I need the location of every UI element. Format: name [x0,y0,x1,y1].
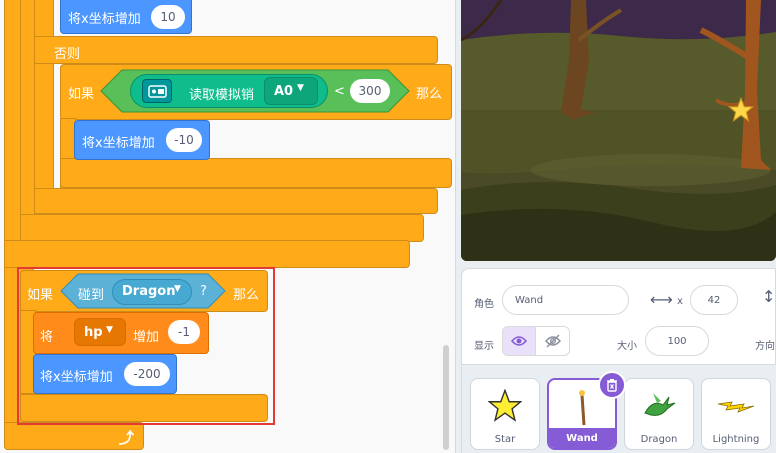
if-block-nested-foot[interactable] [60,158,452,188]
arduino-icon [142,79,172,103]
sprite-tile-star[interactable]: Star [470,378,540,450]
x-position-input[interactable]: 42 [690,285,738,315]
show-label: 显示 [474,341,494,352]
less-than-symbol: < [334,84,345,99]
direction-label: 方向 [755,341,775,352]
threshold-input[interactable]: 300 [350,79,390,103]
stage[interactable] [461,0,776,261]
read-analog-label: 读取模拟销 [189,88,255,103]
outer-foot-bar-1[interactable] [20,214,424,242]
sprite-label: 角色 [474,299,494,310]
if-label-1: 如果 [68,87,95,102]
chevron-down-icon: ▼ [106,325,113,335]
change-x-value-bottom[interactable]: -200 [124,362,170,386]
outer-foot-bar-2[interactable] [4,240,410,268]
sprite-tile-label: Star [494,433,516,445]
sprite-tile-dragon[interactable]: Dragon [624,378,694,450]
eye-icon [511,336,527,346]
x-value: 42 [707,294,721,306]
change-x-label-bottom: 将x坐标增加 [40,370,113,385]
touching-label: 碰到 [78,288,105,303]
size-value: 100 [667,335,687,347]
dragon-icon [644,393,676,416]
show-hidden-button[interactable] [536,327,569,355]
then-label-2: 那么 [233,288,260,303]
star-sprite[interactable] [728,97,754,123]
change-x-label-inner: 将x坐标增加 [82,136,155,151]
size-input[interactable]: 100 [645,326,709,356]
change-label: 增加 [133,330,160,345]
delete-sprite-button[interactable] [598,371,626,399]
lightning-icon [717,401,755,413]
show-toggle [502,326,570,356]
pin-value: A0 [274,84,294,99]
scrollbar[interactable] [443,345,449,450]
chevron-down-icon: ▼ [174,284,181,294]
touching-target: Dragon [122,284,176,299]
else-label: 否则 [54,47,81,62]
variable-name: hp [84,325,103,340]
loop-arrow-icon: ⤴ [119,429,135,447]
x-label: x [677,296,683,307]
change-variable-value[interactable]: -1 [168,320,200,344]
code-area[interactable]: 将x坐标增加 10 否则 如果 读取模拟销 A0 ▼ < 300 那么 将x坐标… [0,0,456,453]
change-x-value-top[interactable]: 10 [151,5,185,29]
sprite-tile-label: Lightning [712,433,760,445]
sprite-name-value: Wand [515,294,544,306]
wand-icon [579,390,586,426]
size-label: 大小 [617,341,637,352]
change-x-value-inner[interactable]: -10 [166,128,202,152]
stage-backdrop [461,0,776,261]
show-visible-button[interactable] [503,327,537,355]
set-label: 将 [40,330,54,345]
star-icon [488,389,522,422]
sprite-tile-label: Dragon [640,433,678,445]
sprite-info-panel: 角色 Wand ⟷ x 42 ↕ 显示 大小 100 方向 [461,268,776,365]
sprite-name-input[interactable]: Wand [502,285,629,315]
trash-icon [607,379,617,392]
x-arrows-icon: ⟷ [650,290,673,309]
if-else-foot-bar[interactable] [34,188,438,214]
sprite-tile-lightning[interactable]: Lightning [701,378,771,450]
if-label-2: 如果 [27,288,54,303]
chevron-down-icon: ▼ [297,83,304,93]
else-bar[interactable] [34,36,438,64]
y-arrows-icon: ↕ [762,287,776,306]
question-mark: ? [200,284,207,299]
if-touching-foot[interactable] [20,394,268,422]
sprite-tile-label: Wand [549,428,615,448]
then-label-1: 那么 [416,87,443,102]
eye-slash-icon [544,334,561,348]
change-x-label-top: 将x坐标增加 [68,12,141,27]
